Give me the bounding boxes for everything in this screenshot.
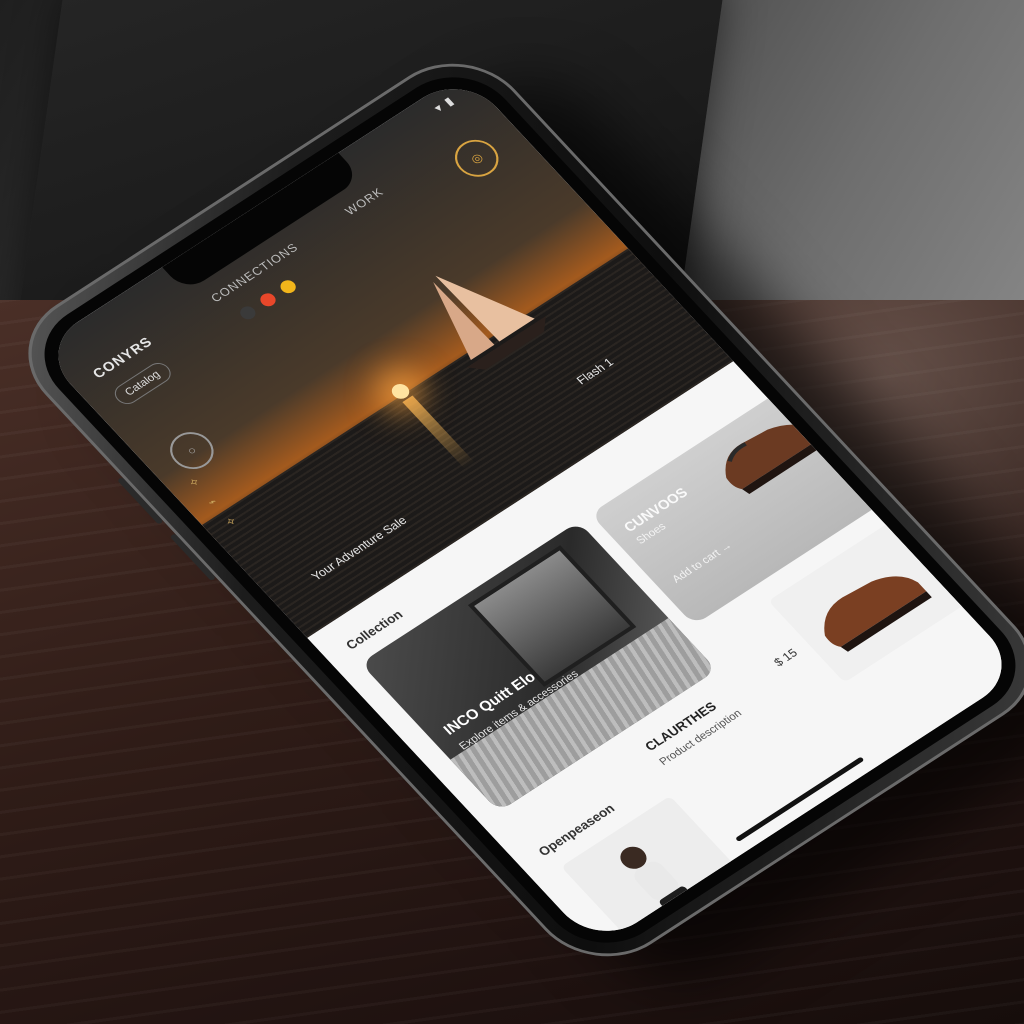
card-link[interactable]: Add to cart → bbox=[670, 540, 735, 586]
decor-glyph-icon: ⟡ bbox=[185, 474, 202, 489]
product-price: $ 15 bbox=[771, 645, 801, 670]
dot-red[interactable] bbox=[257, 290, 279, 309]
circle-icon[interactable]: ○ bbox=[161, 424, 223, 477]
decor-glyph-icon: ⌁ bbox=[204, 494, 221, 509]
dot-yellow[interactable] bbox=[277, 277, 299, 296]
dot-dark[interactable] bbox=[237, 303, 259, 322]
nav-link-work[interactable]: WORK bbox=[342, 185, 386, 218]
scene: ▾ ▮ CONYRS CONNECTIONS WORK Catalog ◎ ○ … bbox=[0, 0, 1024, 1024]
